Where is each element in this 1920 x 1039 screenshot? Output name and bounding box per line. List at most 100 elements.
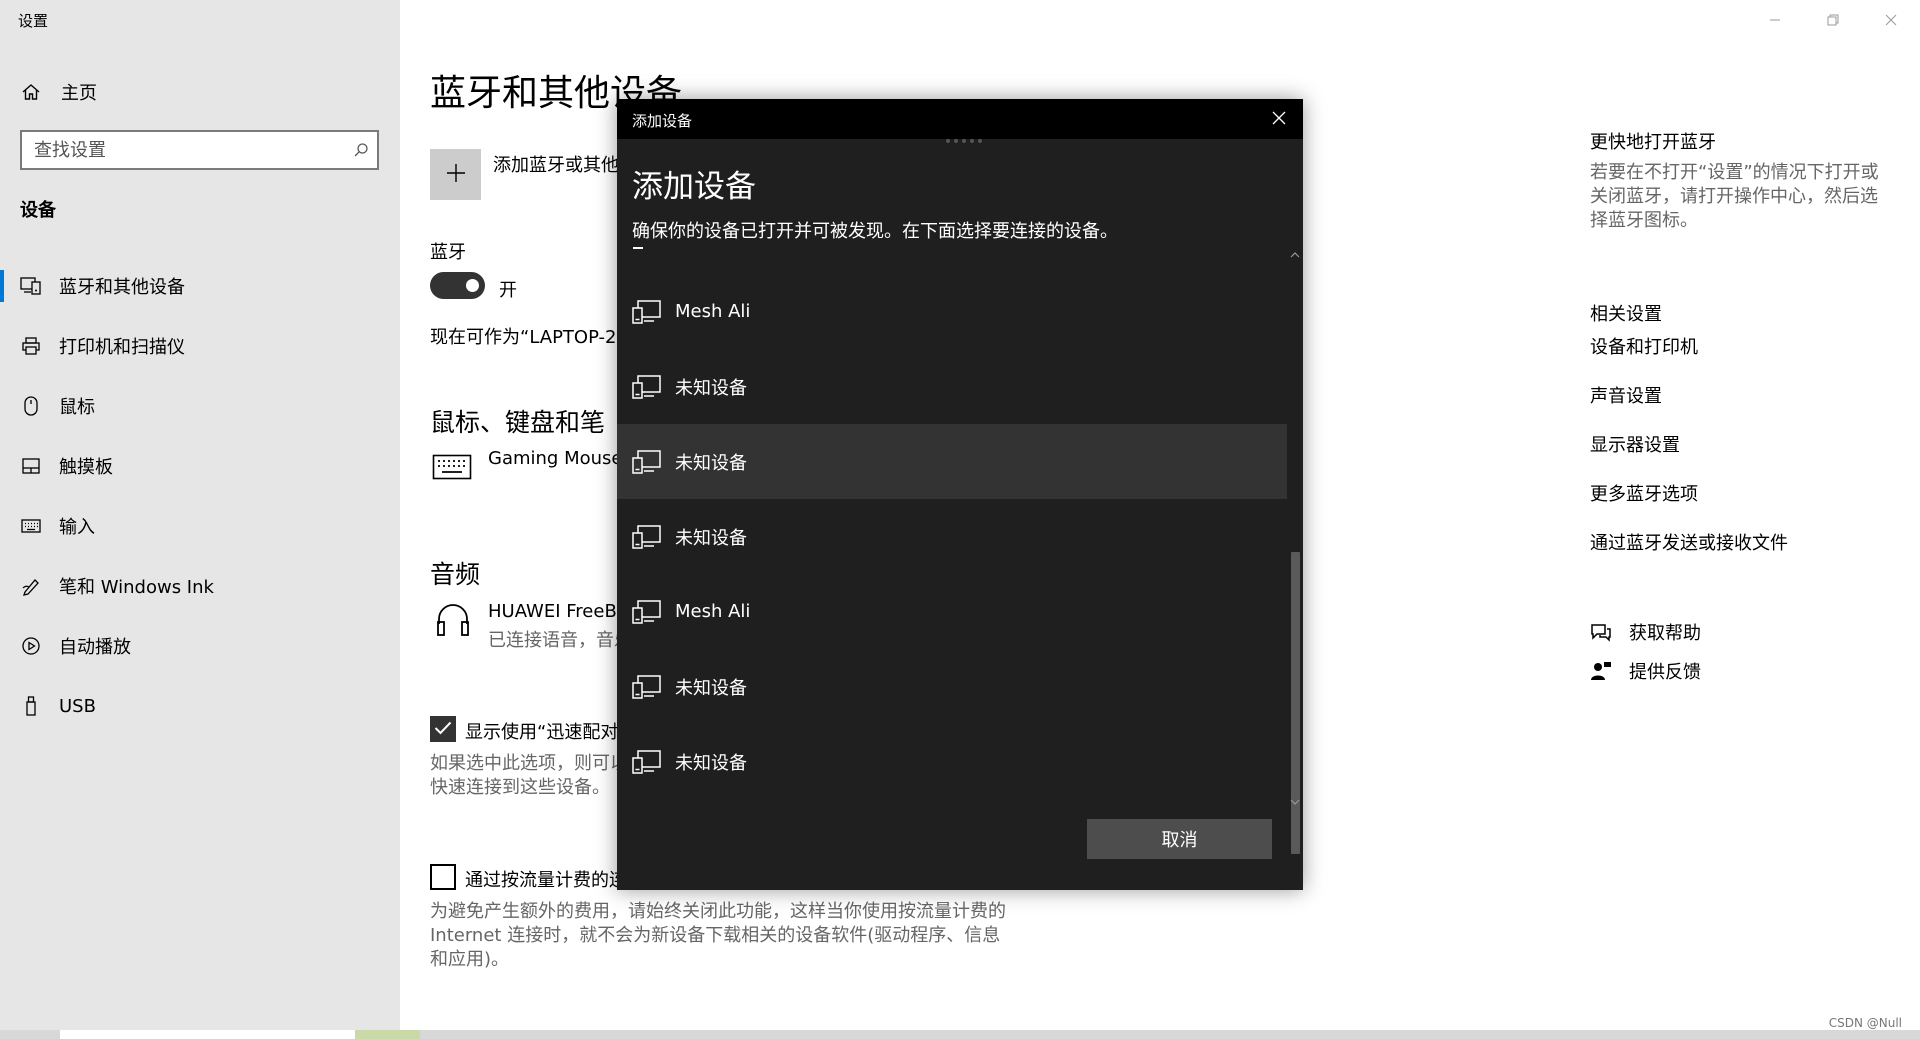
device-list-item[interactable]: Mesh Ali bbox=[617, 274, 1287, 349]
sidebar-item-usb[interactable]: USB bbox=[0, 676, 400, 736]
sidebar-item-label: 打印机和扫描仪 bbox=[59, 337, 185, 358]
autoplay-icon bbox=[20, 635, 42, 657]
swift-pair-label[interactable]: 显示使用“迅速配对” bbox=[465, 718, 628, 744]
bluetooth-toggle[interactable] bbox=[430, 272, 485, 299]
minimize-icon bbox=[1769, 11, 1781, 30]
link-sound-settings[interactable]: 声音设置 bbox=[1590, 382, 1788, 431]
dialog-close-button[interactable] bbox=[1267, 107, 1291, 131]
sidebar-item-pen[interactable]: 笔和 Windows Ink bbox=[0, 556, 400, 616]
dialog-window-title: 添加设备 bbox=[632, 112, 693, 130]
swift-pair-desc-line: 快速连接到这些设备。 bbox=[430, 777, 610, 798]
sidebar-item-typing[interactable]: 输入 bbox=[0, 496, 400, 556]
restore-button[interactable] bbox=[1804, 0, 1862, 40]
taskbar-strip bbox=[0, 1030, 1920, 1039]
sidebar-item-label: 输入 bbox=[59, 517, 95, 538]
add-device-label[interactable]: 添加蓝牙或其他 bbox=[493, 151, 619, 177]
headphone-device-name[interactable]: HUAWEI FreeBuc bbox=[488, 601, 638, 622]
checkmark-icon bbox=[434, 720, 452, 739]
minimize-button[interactable] bbox=[1746, 0, 1804, 40]
device-icon bbox=[631, 596, 663, 628]
device-list-item[interactable]: 未知设备 bbox=[617, 649, 1287, 724]
grip-dot bbox=[954, 139, 958, 143]
cancel-button[interactable]: 取消 bbox=[1087, 819, 1272, 859]
focus-cursor bbox=[633, 247, 643, 249]
search-icon[interactable] bbox=[345, 142, 377, 158]
sidebar-item-printers[interactable]: 打印机和扫描仪 bbox=[0, 316, 400, 376]
grip-dot bbox=[978, 139, 982, 143]
device-name: 未知设备 bbox=[675, 677, 747, 699]
give-feedback-link[interactable]: 提供反馈 bbox=[1590, 651, 1701, 690]
sidebar-item-label: 笔和 Windows Ink bbox=[59, 577, 214, 598]
metered-desc-line: 和应用)。 bbox=[430, 949, 510, 970]
related-settings-links: 设备和打印机 声音设置 显示器设置 更多蓝牙选项 通过蓝牙发送或接收文件 bbox=[1590, 333, 1788, 578]
keyboard-device-icon bbox=[432, 454, 472, 484]
sidebar-item-touchpad[interactable]: 触摸板 bbox=[0, 436, 400, 496]
discoverable-text: 现在可作为“LAPTOP-2LU bbox=[430, 327, 639, 348]
headphone-device-status: 已连接语音，音乐 bbox=[488, 630, 632, 651]
app-title: 设置 bbox=[18, 12, 49, 30]
device-list-item[interactable]: 未知设备 bbox=[617, 499, 1287, 574]
search-box[interactable] bbox=[20, 130, 379, 170]
plus-icon bbox=[445, 162, 467, 188]
bluetooth-label: 蓝牙 bbox=[430, 242, 466, 263]
sidebar-item-label: 自动播放 bbox=[59, 637, 131, 658]
right-panel: 更快地打开蓝牙 若要在不打开“设置”的情况下打开或关闭蓝牙，请打开操作中心，然后… bbox=[1590, 0, 1890, 1030]
device-list-scrollbar[interactable] bbox=[1287, 247, 1303, 854]
related-settings-title: 相关设置 bbox=[1590, 304, 1662, 325]
close-icon bbox=[1885, 11, 1897, 30]
link-display-settings[interactable]: 显示器设置 bbox=[1590, 431, 1788, 480]
sidebar-item-label: 触摸板 bbox=[59, 457, 113, 478]
search-input[interactable] bbox=[22, 132, 345, 168]
device-name: Mesh Ali bbox=[675, 301, 751, 322]
grip-dot bbox=[970, 139, 974, 143]
sidebar-item-mouse[interactable]: 鼠标 bbox=[0, 376, 400, 436]
dialog-subtitle: 确保你的设备已打开并可被发现。在下面选择要连接的设备。 bbox=[632, 221, 1118, 242]
keyboard-icon bbox=[20, 515, 42, 537]
touchpad-icon bbox=[20, 455, 42, 477]
sidebar-item-autoplay[interactable]: 自动播放 bbox=[0, 616, 400, 676]
audio-section-title: 音频 bbox=[430, 560, 481, 589]
feedback-person-icon bbox=[1590, 660, 1612, 682]
get-help-link[interactable]: 获取帮助 bbox=[1590, 612, 1701, 651]
keyboard-device-name[interactable]: Gaming Mouse bbox=[488, 448, 622, 469]
swift-pair-checkbox[interactable] bbox=[430, 716, 456, 742]
sidebar-item-bluetooth[interactable]: 蓝牙和其他设备 bbox=[0, 256, 400, 316]
link-send-receive-files[interactable]: 通过蓝牙发送或接收文件 bbox=[1590, 529, 1788, 578]
scroll-up-icon[interactable] bbox=[1287, 247, 1303, 263]
device-icon bbox=[631, 446, 663, 478]
link-devices-printers[interactable]: 设备和打印机 bbox=[1590, 333, 1788, 382]
device-name: 未知设备 bbox=[675, 527, 747, 549]
device-list-item[interactable]: Mesh Ali bbox=[617, 574, 1287, 649]
taskbar-thumbnail bbox=[355, 1030, 420, 1039]
dialog-heading: 添加设备 bbox=[632, 169, 756, 205]
mouse-keyboard-section-title: 鼠标、键盘和笔 bbox=[430, 408, 606, 437]
grip-dot bbox=[962, 139, 966, 143]
metered-connection-description: 为避免产生额外的费用，请始终关闭此功能，这样当你使用按流量计费的 Interne… bbox=[430, 900, 1030, 972]
drag-grip[interactable] bbox=[946, 139, 982, 143]
window-controls bbox=[1746, 0, 1920, 40]
scroll-down-icon[interactable] bbox=[1287, 794, 1303, 810]
metered-connection-checkbox[interactable] bbox=[430, 864, 456, 890]
sidebar-item-label: USB bbox=[59, 695, 96, 717]
printer-icon bbox=[20, 335, 42, 357]
get-help-label: 获取帮助 bbox=[1629, 622, 1701, 644]
close-window-button[interactable] bbox=[1862, 0, 1920, 40]
restore-icon bbox=[1827, 11, 1839, 30]
metered-connection-label[interactable]: 通过按流量计费的连 bbox=[465, 866, 627, 892]
pen-icon bbox=[20, 575, 42, 597]
dialog-titlebar[interactable]: 添加设备 bbox=[617, 99, 1303, 139]
home-nav-item[interactable]: 主页 bbox=[20, 78, 97, 106]
device-list: Mesh Ali 未知设备 未知设备 未知设备 Mesh Ali 未知设备 未知… bbox=[617, 274, 1287, 904]
device-list-item[interactable]: 未知设备 bbox=[617, 724, 1287, 799]
bluetooth-devices-icon bbox=[20, 275, 42, 297]
device-name: 未知设备 bbox=[675, 752, 747, 774]
device-name: 未知设备 bbox=[675, 452, 747, 474]
device-list-item[interactable]: 未知设备 bbox=[617, 424, 1287, 499]
toggle-knob bbox=[466, 279, 479, 292]
add-device-button[interactable] bbox=[430, 149, 481, 200]
device-name: Mesh Ali bbox=[675, 601, 751, 622]
device-list-item[interactable]: 未知设备 bbox=[617, 349, 1287, 424]
device-icon bbox=[631, 371, 663, 403]
link-more-bluetooth-options[interactable]: 更多蓝牙选项 bbox=[1590, 480, 1788, 529]
home-icon bbox=[20, 81, 42, 103]
